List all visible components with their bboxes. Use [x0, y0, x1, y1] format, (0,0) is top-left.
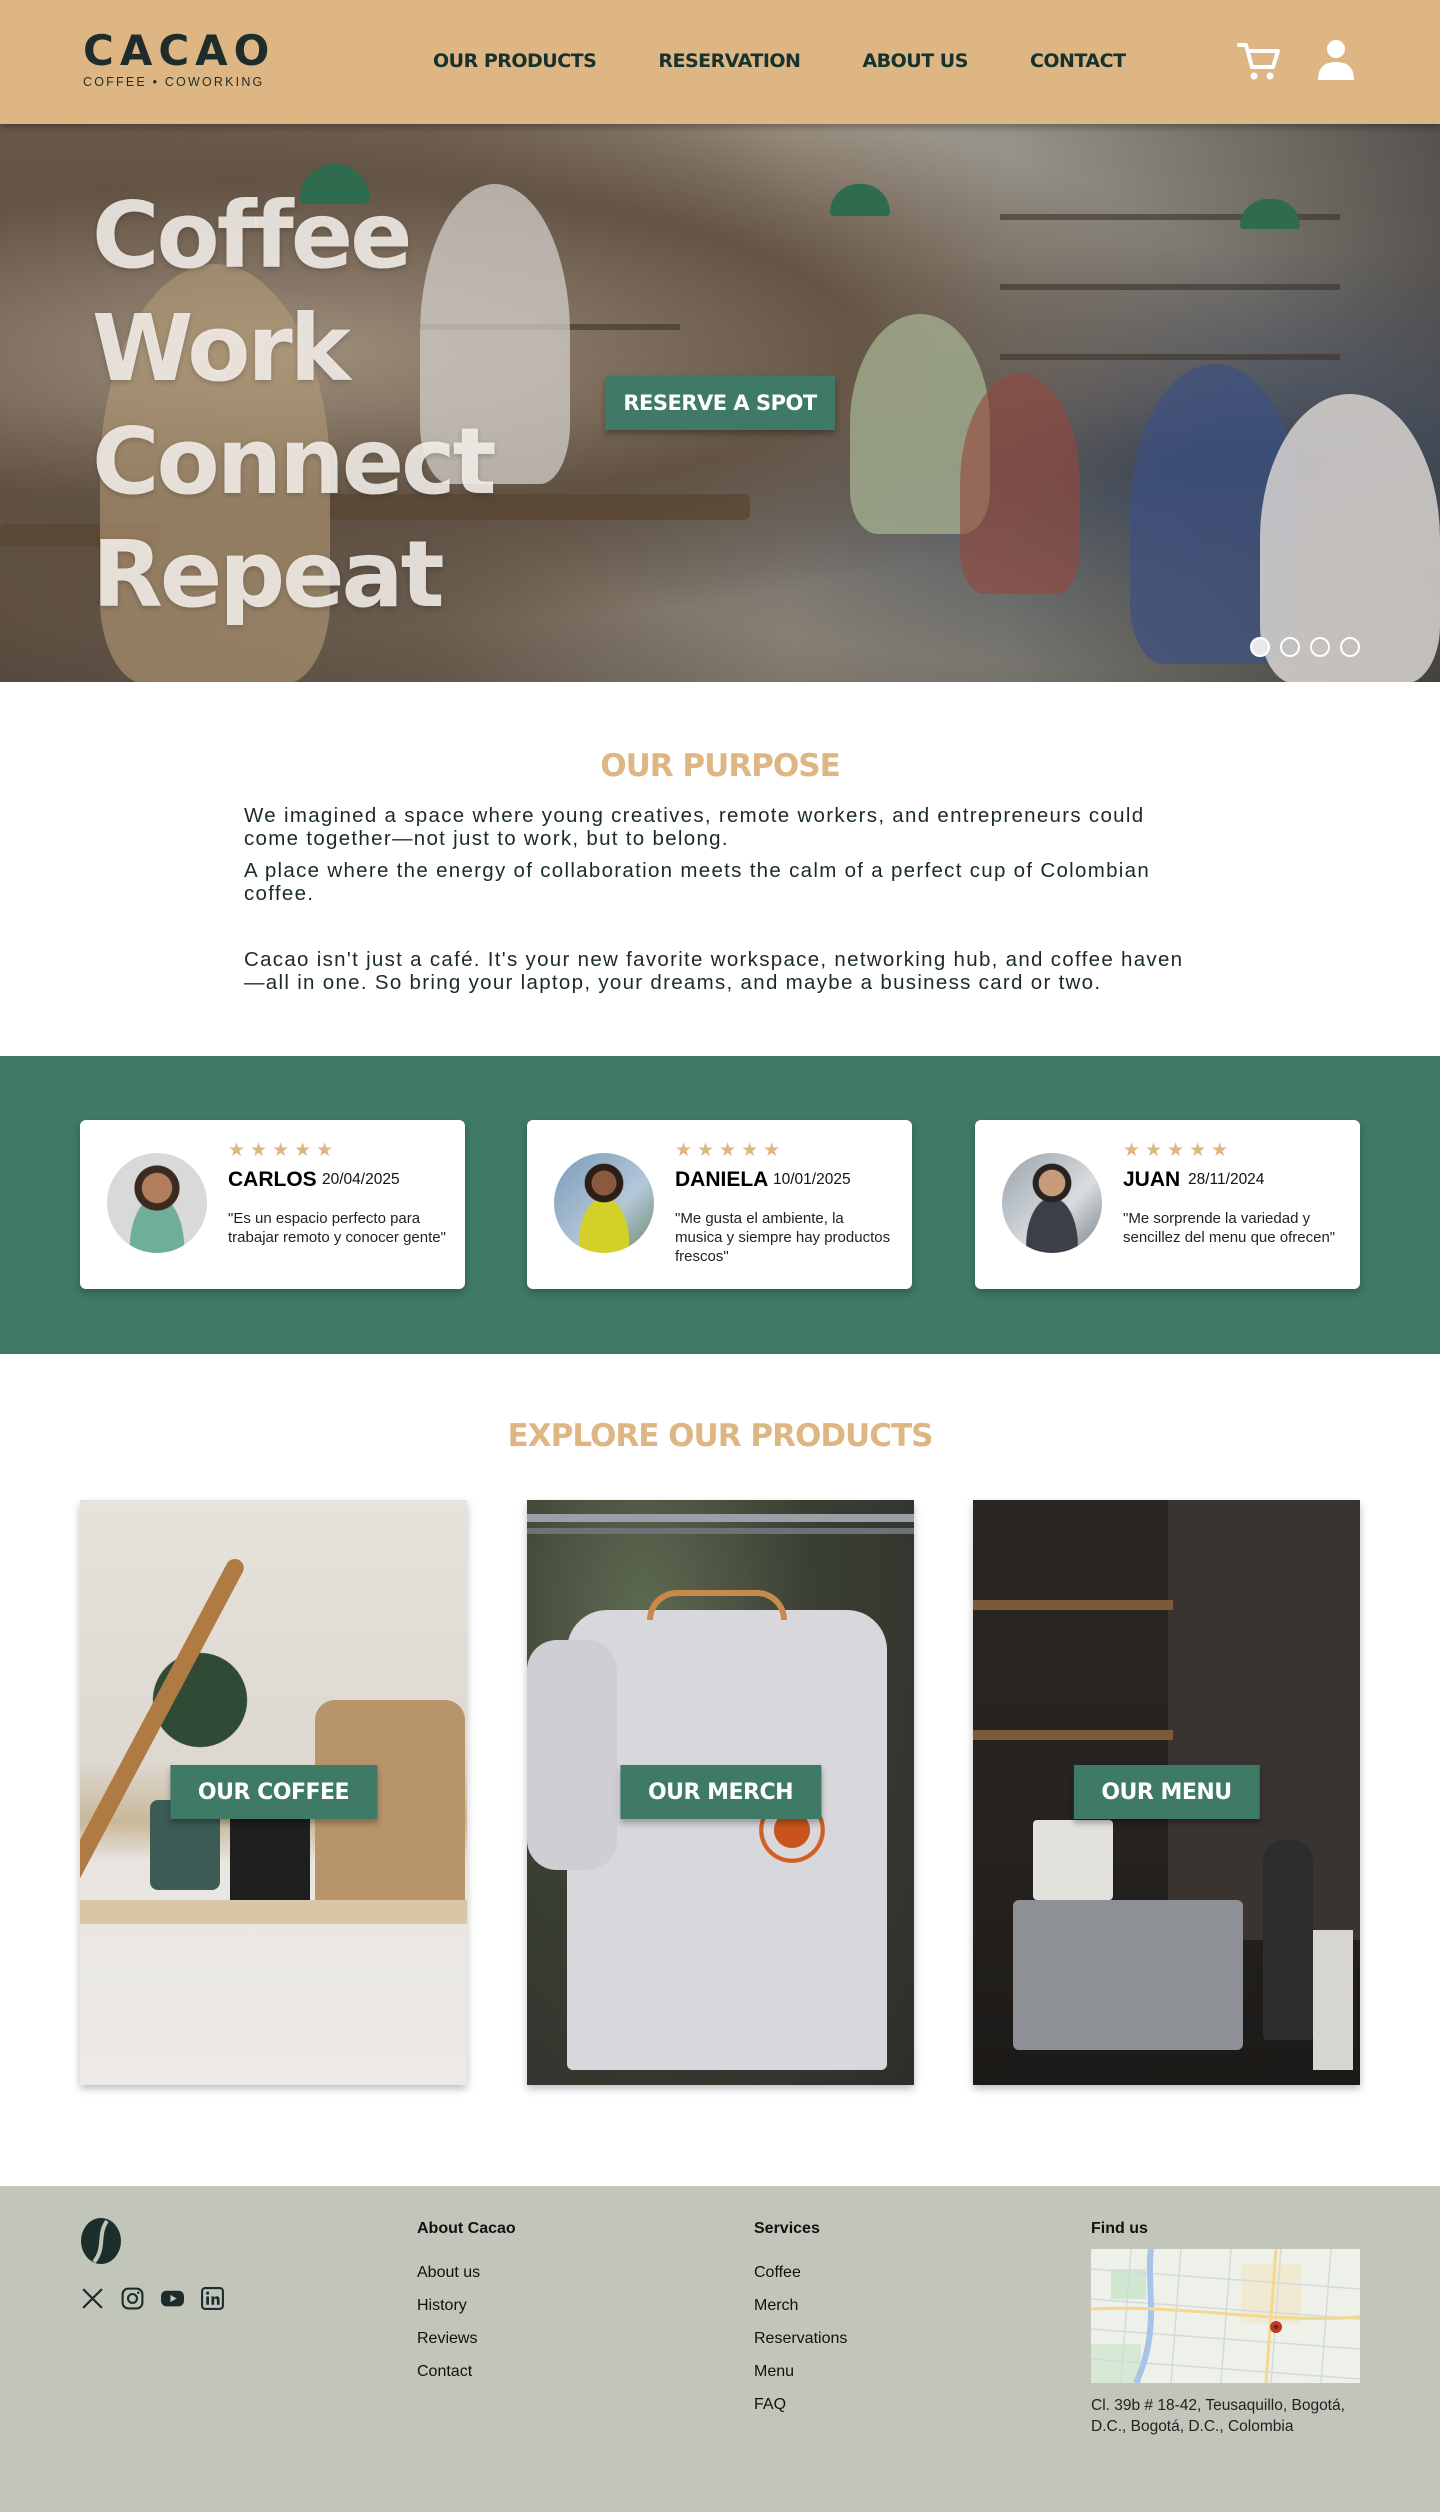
purpose-title: OUR PURPOSE	[600, 748, 841, 784]
footer-col-about: About Cacao About us History Reviews Con…	[417, 2220, 516, 2396]
review-date: 10/01/2025	[773, 1171, 851, 1188]
reviewer-name: CARLOS	[228, 1168, 317, 1191]
footer-link-faq[interactable]: FAQ	[754, 2396, 847, 2414]
footer-link-menu[interactable]: Menu	[754, 2363, 847, 2381]
purpose-section: OUR PURPOSE We imagined a space where yo…	[0, 682, 1440, 1056]
footer-link-merch[interactable]: Merch	[754, 2297, 847, 2315]
footer-col-services: Services Coffee Merch Reservations Menu …	[754, 2220, 847, 2429]
x-icon[interactable]	[80, 2286, 105, 2311]
main-nav: OUR PRODUCTS RESERVATION ABOUT US CONTAC…	[433, 50, 1188, 72]
address-text: Cl. 39b # 18-42, Teusaquillo, Bogotá, D.…	[1091, 2397, 1345, 2435]
review-text: "Es un espacio perfecto para trabajar re…	[228, 1210, 446, 1246]
reviewer-name: JUAN	[1123, 1168, 1181, 1191]
reviews-section: ★★★★★ CARLOS 20/04/2025 "Es un espacio p…	[0, 1056, 1440, 1354]
footer-link-history[interactable]: History	[417, 2297, 516, 2315]
brand-tagline: COFFEE • COWORKING	[83, 75, 265, 89]
carousel-dots	[1250, 637, 1360, 657]
social-links	[80, 2286, 225, 2311]
star-rating: ★★★★★	[228, 1140, 339, 1161]
footer-col-title: Find us	[1091, 2220, 1148, 2237]
star-rating: ★★★★★	[675, 1140, 786, 1161]
review-card: ★★★★★ CARLOS 20/04/2025 "Es un espacio p…	[80, 1120, 465, 1289]
star-rating: ★★★★★	[1123, 1140, 1234, 1161]
review-text: "Me gusta el ambiente, la musica y siemp…	[675, 1210, 891, 1265]
youtube-icon[interactable]	[160, 2286, 185, 2311]
footer-link-contact[interactable]: Contact	[417, 2363, 516, 2381]
hero-headline: Coffee Work Connect Repeat	[92, 179, 497, 631]
review-date: 28/11/2024	[1188, 1171, 1265, 1188]
avatar	[554, 1153, 654, 1253]
our-merch-button[interactable]: OUR MERCH	[619, 1765, 822, 1819]
footer-link-about-us[interactable]: About us	[417, 2264, 516, 2282]
brand-logo[interactable]: CACAO COFFEE • COWORKING	[83, 26, 276, 90]
carousel-dot-1[interactable]	[1250, 637, 1270, 657]
location-map[interactable]	[1091, 2249, 1360, 2383]
nav-reservation[interactable]: RESERVATION	[658, 50, 801, 72]
hero-banner: Coffee Work Connect Repeat RESERVE A SPO…	[0, 124, 1440, 682]
product-card-menu[interactable]: OUR MENU	[973, 1500, 1360, 2085]
site-footer: About Cacao About us History Reviews Con…	[0, 2186, 1440, 2512]
review-card: ★★★★★ JUAN 28/11/2024 "Me sorprende la v…	[975, 1120, 1360, 1289]
carousel-dot-3[interactable]	[1310, 637, 1330, 657]
product-card-merch[interactable]: OUR MERCH	[527, 1500, 914, 2085]
hero-word-coffee: Coffee	[92, 182, 413, 289]
review-text: "Me sorprende la variedad y sencillez de…	[1123, 1210, 1336, 1246]
cacao-bean-logo-icon[interactable]	[80, 2217, 122, 2265]
purpose-paragraph: A place where the energy of collaboratio…	[244, 859, 1151, 905]
linkedin-icon[interactable]	[200, 2286, 225, 2311]
nav-our-products[interactable]: OUR PRODUCTS	[433, 50, 597, 72]
reviewer-name: DANIELA	[675, 1168, 769, 1191]
instagram-icon[interactable]	[120, 2286, 145, 2311]
cart-icon[interactable]	[1235, 37, 1283, 85]
our-coffee-button[interactable]: OUR COFFEE	[169, 1765, 378, 1819]
nav-contact[interactable]: CONTACT	[1030, 50, 1126, 72]
user-account-icon[interactable]	[1312, 36, 1360, 84]
products-title: EXPLORE OUR PRODUCTS	[507, 1418, 934, 1454]
carousel-dot-2[interactable]	[1280, 637, 1300, 657]
hero-word-connect: Connect	[92, 408, 497, 515]
review-card: ★★★★★ DANIELA 10/01/2025 "Me gusta el am…	[527, 1120, 912, 1289]
purpose-paragraph: We imagined a space where young creative…	[244, 804, 1145, 850]
our-menu-button[interactable]: OUR MENU	[1073, 1765, 1260, 1819]
footer-col-title: About Cacao	[417, 2220, 516, 2237]
nav-about-us[interactable]: ABOUT US	[862, 50, 968, 72]
reserve-spot-button[interactable]: RESERVE A SPOT	[605, 376, 835, 430]
avatar	[1002, 1153, 1102, 1253]
purpose-paragraph: Cacao isn't just a café. It's your new f…	[244, 948, 1184, 994]
footer-link-coffee[interactable]: Coffee	[754, 2264, 847, 2282]
footer-link-reservations[interactable]: Reservations	[754, 2330, 847, 2348]
review-date: 20/04/2025	[322, 1171, 400, 1188]
hero-word-repeat: Repeat	[92, 521, 445, 628]
avatar	[107, 1153, 207, 1253]
footer-col-title: Services	[754, 2220, 820, 2237]
footer-link-reviews[interactable]: Reviews	[417, 2330, 516, 2348]
brand-name: CACAO	[83, 26, 276, 75]
hero-word-work: Work	[92, 295, 351, 402]
purpose-body: We imagined a space where young creative…	[244, 804, 1204, 1003]
carousel-dot-4[interactable]	[1340, 637, 1360, 657]
site-header: CACAO COFFEE • COWORKING OUR PRODUCTS RE…	[0, 0, 1440, 124]
product-card-coffee[interactable]: OUR COFFEE	[80, 1500, 467, 2085]
